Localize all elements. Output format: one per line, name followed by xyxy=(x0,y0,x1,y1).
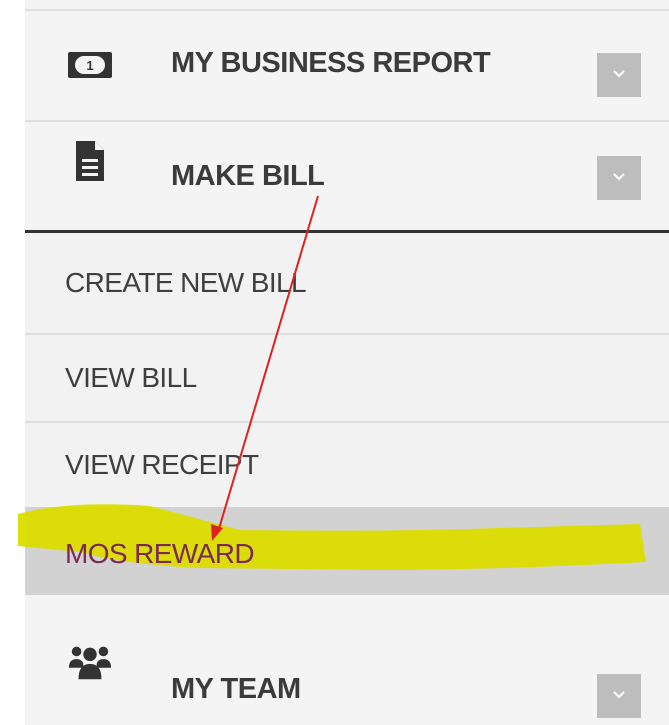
expand-toggle-button[interactable] xyxy=(597,674,641,718)
chevron-down-icon xyxy=(612,169,626,187)
svg-text:1: 1 xyxy=(86,58,93,73)
users-icon xyxy=(67,642,113,682)
screenshot-stage: 1 MY BUSINESS REPORT MAKE BILL CREATE NE… xyxy=(0,0,669,725)
chevron-down-icon xyxy=(612,66,626,84)
submenu-item-mos-reward[interactable]: MOS REWARD xyxy=(25,507,669,595)
document-icon xyxy=(67,138,113,184)
money-bill-icon: 1 xyxy=(67,47,113,83)
menu-item-make-bill[interactable]: MAKE BILL xyxy=(25,122,669,230)
sidebar-menu: 1 MY BUSINESS REPORT MAKE BILL CREATE NE… xyxy=(25,0,669,725)
submenu-item-view-receipt[interactable]: VIEW RECEIPT xyxy=(25,423,669,507)
menu-item-label: MY TEAM xyxy=(171,673,301,705)
expand-toggle-button[interactable] xyxy=(597,156,641,200)
submenu-item-label: VIEW RECEIPT xyxy=(65,449,259,480)
submenu-item-label: CREATE NEW BILL xyxy=(65,267,307,298)
chevron-down-icon xyxy=(612,687,626,705)
expand-toggle-button[interactable] xyxy=(597,53,641,97)
menu-item-label: MAKE BILL xyxy=(171,160,325,192)
submenu-item-view-bill[interactable]: VIEW BILL xyxy=(25,335,669,421)
menu-item-my-team[interactable]: MY TEAM xyxy=(25,636,669,725)
submenu-item-create-new-bill[interactable]: CREATE NEW BILL xyxy=(25,233,669,333)
menu-item-label: MY BUSINESS REPORT xyxy=(171,47,491,79)
submenu-item-label: MOS REWARD xyxy=(65,537,255,569)
menu-item-my-business-report[interactable]: 1 MY BUSINESS REPORT xyxy=(25,11,669,120)
submenu-item-label: VIEW BILL xyxy=(65,362,197,393)
